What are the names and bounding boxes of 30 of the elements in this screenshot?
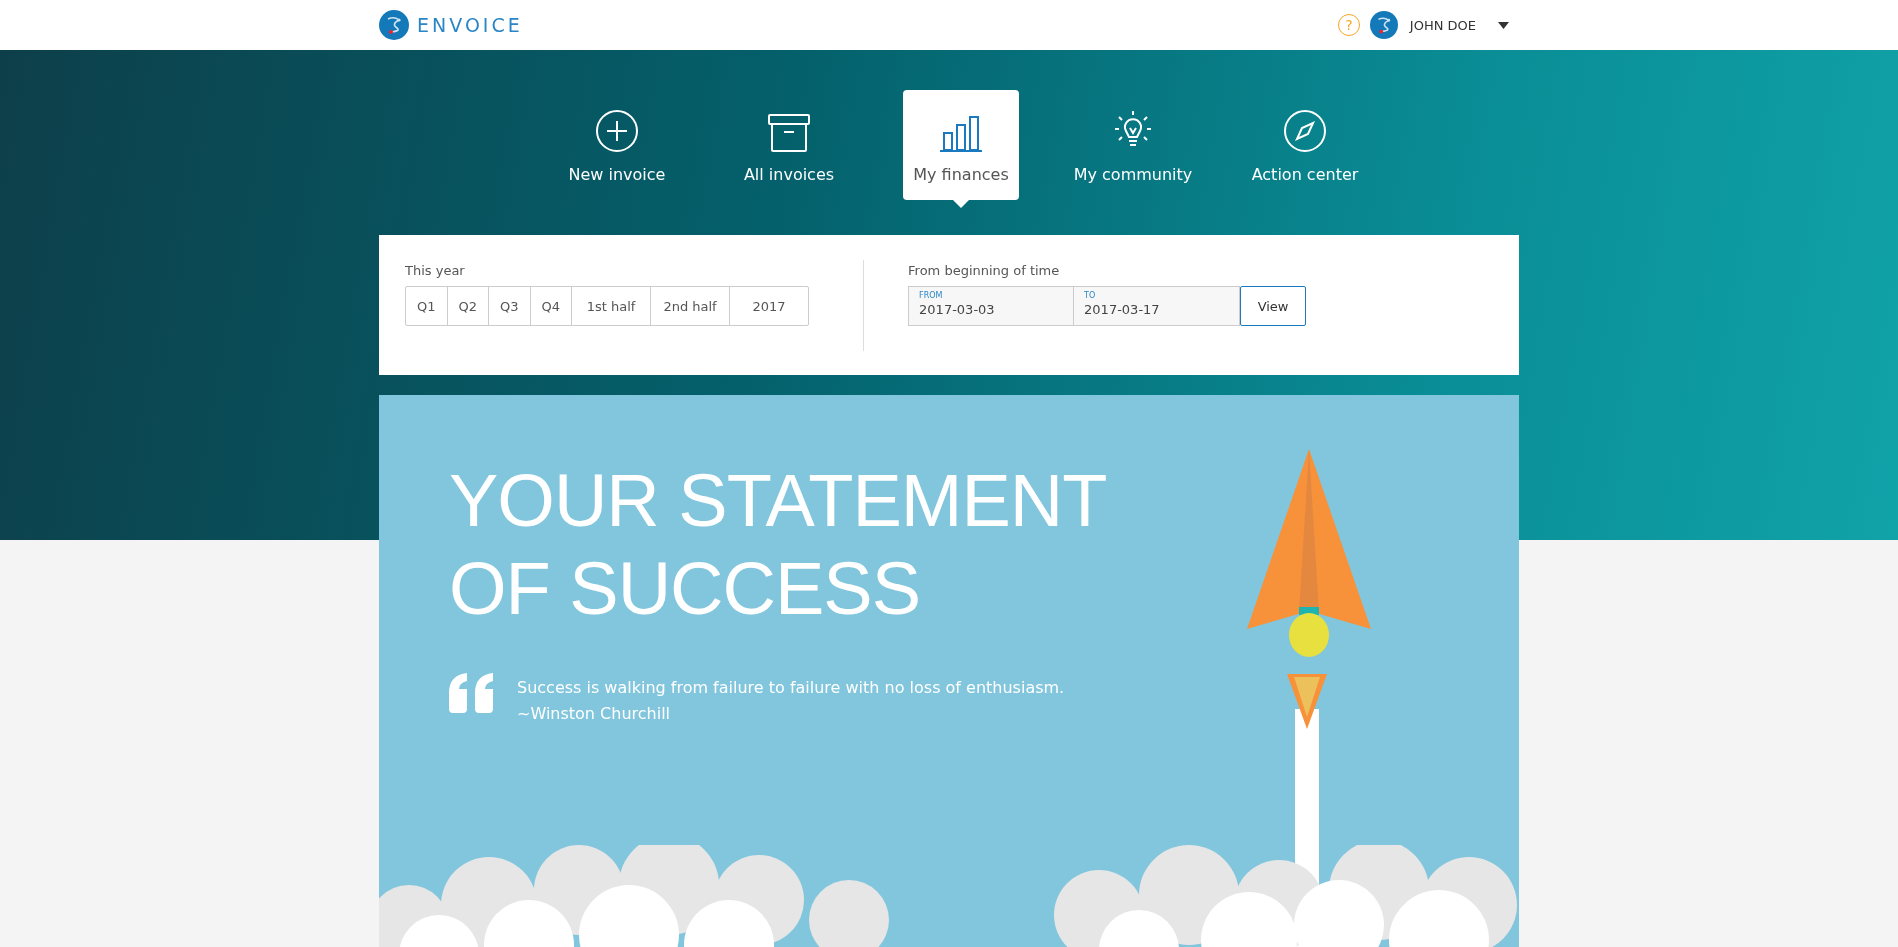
quote-author: ~Winston Churchill [517,703,672,725]
period-label: This year [405,263,466,278]
quote-text: Success is walking from failure to failure with no loss of enthusiasm. [517,677,1065,699]
nav-tab[interactable]: My community [1075,90,1191,200]
period-option[interactable]: 1st half [572,287,652,325]
nav-tab[interactable]: Action center [1247,90,1363,200]
caret-icon[interactable] [1498,21,1509,29]
bar-chart-icon [939,113,983,153]
period-option[interactable]: 2017 [730,287,809,325]
user-name[interactable]: JOHN DOE [1409,17,1476,33]
to-date-field[interactable]: TO 2017-03-17 [1074,286,1241,326]
nav-tab[interactable]: All invoices [731,90,847,200]
period-option[interactable]: Q4 [530,287,573,325]
logo-text[interactable]: ENVOICE [417,14,523,36]
logo-icon [379,10,409,40]
hero-title: OF SUCCESS [449,546,922,632]
period-option[interactable]: Q2 [447,287,490,325]
view-button[interactable]: View [1240,286,1307,326]
compass-icon [1283,109,1327,153]
from-date-field[interactable]: FROM 2017-03-03 [908,286,1075,326]
plus-icon [595,109,639,153]
period-option[interactable]: 2nd half [651,287,731,325]
archive-box-icon [767,113,811,153]
quote-mark-icon [449,673,495,713]
range-label: From beginning of time [908,263,1061,278]
nav-tab[interactable]: New invoice [559,90,675,200]
period-option[interactable]: Q1 [406,287,448,325]
hero-title: YOUR STATEMENT [449,458,1108,544]
avatar-icon [1369,11,1398,39]
period-option[interactable]: Q3 [489,287,531,325]
